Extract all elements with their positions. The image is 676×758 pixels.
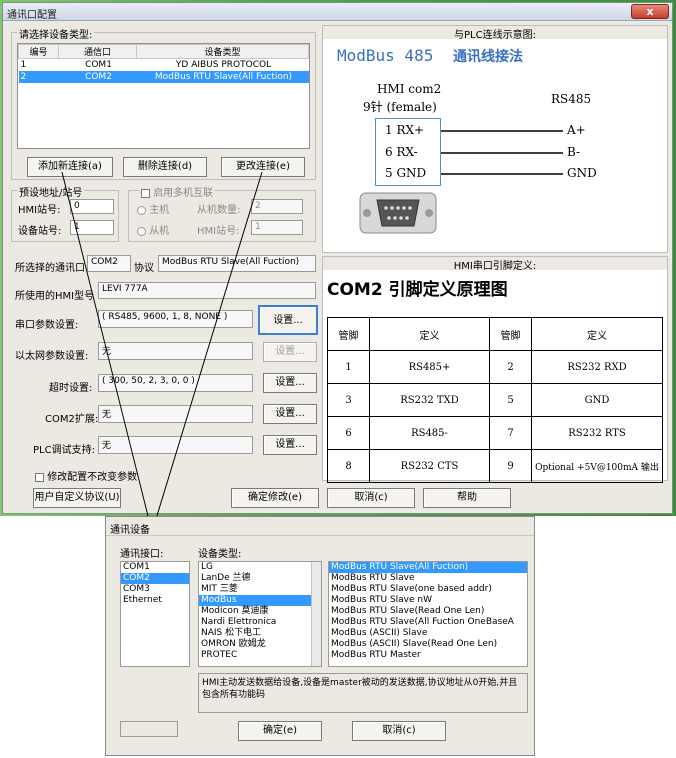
protocol-item[interactable]: ModBus (ASCII) Slave	[329, 628, 527, 639]
port-list-label: 通讯接口:	[120, 549, 164, 560]
type-item-selected[interactable]: ModBus	[199, 595, 321, 606]
port-item[interactable]: Ethernet	[121, 595, 189, 606]
type-item[interactable]: PROTEC	[199, 650, 321, 661]
device-type-label: 设备类型:	[198, 549, 242, 560]
type-item[interactable]: LanDe 兰德	[199, 573, 321, 584]
protocol-item[interactable]: ModBus (ASCII) Slave(Read One Len)	[329, 639, 527, 650]
port-item[interactable]: COM3	[121, 584, 189, 595]
dialog-ok-button[interactable]: 确定(e)	[238, 721, 322, 741]
port-item[interactable]: COM1	[121, 562, 189, 573]
device-type-listbox[interactable]: LG LanDe 兰德 MIT 三菱 ModBus Modicon 莫迪康 Na…	[198, 561, 322, 667]
type-scrollbar[interactable]	[311, 562, 321, 666]
description-box: HMI主动发送数据给设备,设备是master被动的发送数据,协议地址从0开始,并…	[198, 673, 528, 713]
type-item[interactable]: Modicon 莫迪康	[199, 606, 321, 617]
protocol-item[interactable]: ModBus RTU Slave nW	[329, 595, 527, 606]
type-item[interactable]: OMRON 欧姆龙	[199, 639, 321, 650]
protocol-item[interactable]: ModBus RTU Slave(Read One Len)	[329, 606, 527, 617]
type-item[interactable]: Nardi Elettronica	[199, 617, 321, 628]
port-listbox[interactable]: COM1 COM2 COM3 Ethernet	[120, 561, 190, 667]
dialog-divider	[106, 535, 534, 536]
protocol-item-selected[interactable]: ModBus RTU Slave(All Fuction)	[329, 562, 527, 573]
status-field	[120, 721, 178, 737]
port-item-selected[interactable]: COM2	[121, 573, 189, 584]
type-item[interactable]: NAIS 松下电工	[199, 628, 321, 639]
dialog-cancel-button[interactable]: 取消(c)	[352, 721, 446, 741]
protocol-item[interactable]: ModBus RTU Slave	[329, 573, 527, 584]
protocol-item[interactable]: ModBus RTU Slave(one based addr)	[329, 584, 527, 595]
protocol-listbox[interactable]: ModBus RTU Slave(All Fuction) ModBus RTU…	[328, 561, 528, 667]
type-item[interactable]: MIT 三菱	[199, 584, 321, 595]
protocol-item[interactable]: ModBus RTU Master	[329, 650, 527, 661]
comm-device-dialog: 通讯设备 通讯接口: COM1 COM2 COM3 Ethernet 设备类型:…	[105, 516, 535, 756]
dialog-title: 通讯设备	[110, 525, 150, 536]
type-item[interactable]: LG	[199, 562, 321, 573]
protocol-item[interactable]: ModBus RTU Slave(All Fuction OneBaseA	[329, 617, 527, 628]
